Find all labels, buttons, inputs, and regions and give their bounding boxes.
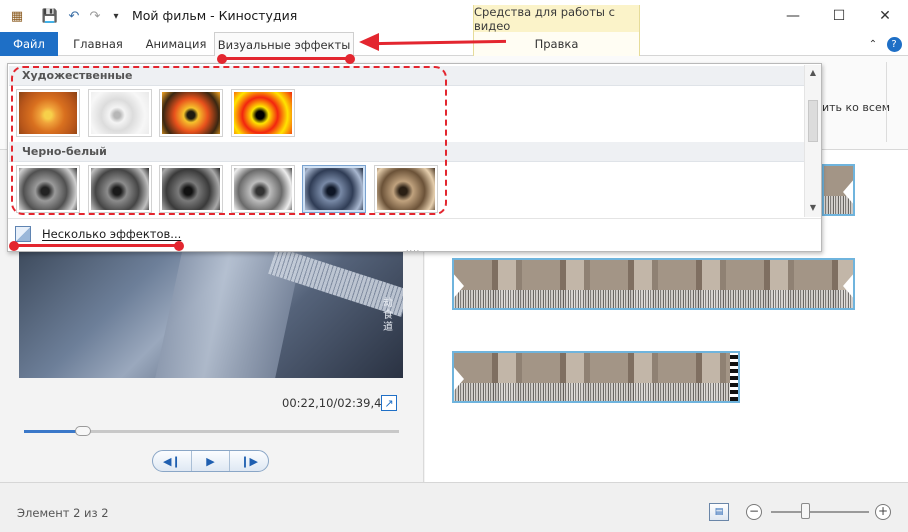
redo-icon[interactable]: ↷ [87,8,103,24]
minimize-button[interactable]: — [770,0,816,32]
tab-animation[interactable]: Анимация [138,32,214,56]
fullscreen-icon[interactable]: ↗ [381,395,397,411]
clip-1-partial[interactable] [822,164,855,216]
help-icon[interactable]: ? [884,32,904,56]
tab-file[interactable]: Файл [0,32,58,56]
zoom-in-button[interactable]: + [875,504,891,520]
seek-progress [24,430,77,433]
annotation-underline-tab [222,57,352,60]
multiple-effects-icon [15,226,31,242]
tab-visual-effects[interactable]: Визуальные эффекты [214,32,354,57]
apply-to-all-button[interactable]: ить ко всем [822,101,890,114]
zoom-out-button[interactable]: − [746,504,762,520]
status-text: Элемент 2 из 2 [17,506,109,520]
scroll-thumb[interactable] [808,100,818,142]
close-button[interactable]: ✕ [862,0,908,32]
clip-transition-marker [454,365,464,393]
multiple-effects-link[interactable]: Несколько эффектов... [42,227,181,241]
zoom-thumb[interactable] [801,503,811,519]
app-film-icon: ▦ [10,8,24,24]
video-preview[interactable]: 劫食道 [19,248,403,378]
annotation-dashed-box [11,66,447,215]
play-button[interactable]: ▶ [192,451,231,471]
zoom-slider[interactable] [771,503,869,519]
thumbnail-size-icon[interactable]: ▤ [709,503,729,521]
annotation-dot [174,241,184,251]
next-frame-button[interactable]: ❙▶ [230,451,268,471]
playback-controls: ◀❙ ▶ ❙▶ [152,450,269,472]
gallery-scrollbar[interactable]: ▲ ▼ [804,65,821,217]
clip-transition-marker [454,272,464,300]
collapse-ribbon-icon[interactable]: ⌃ [864,32,882,56]
tab-home[interactable]: Главная [58,32,138,56]
movie-maker-window: ▦ 💾 ↶ ↷ ▾ Мой фильм - Киностудия Средств… [0,0,908,532]
save-icon[interactable]: 💾 [42,8,58,24]
previous-frame-button[interactable]: ◀❙ [153,451,192,471]
seek-thumb[interactable] [74,426,91,436]
resize-grip[interactable]: .... [406,244,420,253]
audio-waveform [454,383,738,401]
ribbon-divider [886,62,887,142]
clip-transition-marker [843,272,853,300]
audio-waveform [454,290,853,308]
maximize-button[interactable]: ☐ [816,0,862,32]
clip-end-marker [730,353,738,401]
scroll-up-icon[interactable]: ▲ [808,68,818,78]
clip-transition-marker [843,178,853,206]
undo-icon[interactable]: ↶ [66,8,82,24]
annotation-dot [217,54,227,64]
annotation-dot [9,241,19,251]
window-title: Мой фильм - Киностудия [132,8,298,23]
status-bar: Элемент 2 из 2 ▤ − + [0,482,908,532]
annotation-arrow-head [359,33,379,51]
video-watermark: 劫食道 [383,298,393,333]
title-bar: ▦ 💾 ↶ ↷ ▾ Мой фильм - Киностудия Средств… [0,0,908,33]
clip-2[interactable] [452,258,855,310]
timecode: 00:22,10/02:39,43 [282,396,389,410]
clip-3[interactable] [452,351,740,403]
seek-bar[interactable] [24,426,399,436]
ribbon-tabs: Файл Главная Анимация Визуальные эффекты… [0,32,908,57]
tab-edit[interactable]: Правка [473,32,640,56]
annotation-underline-link [14,244,179,247]
annotation-dot [345,54,355,64]
video-tools-context-label: Средства для работы с видео [473,5,640,33]
scroll-down-icon[interactable]: ▼ [808,203,818,213]
customize-toolbar-icon[interactable]: ▾ [108,8,124,24]
